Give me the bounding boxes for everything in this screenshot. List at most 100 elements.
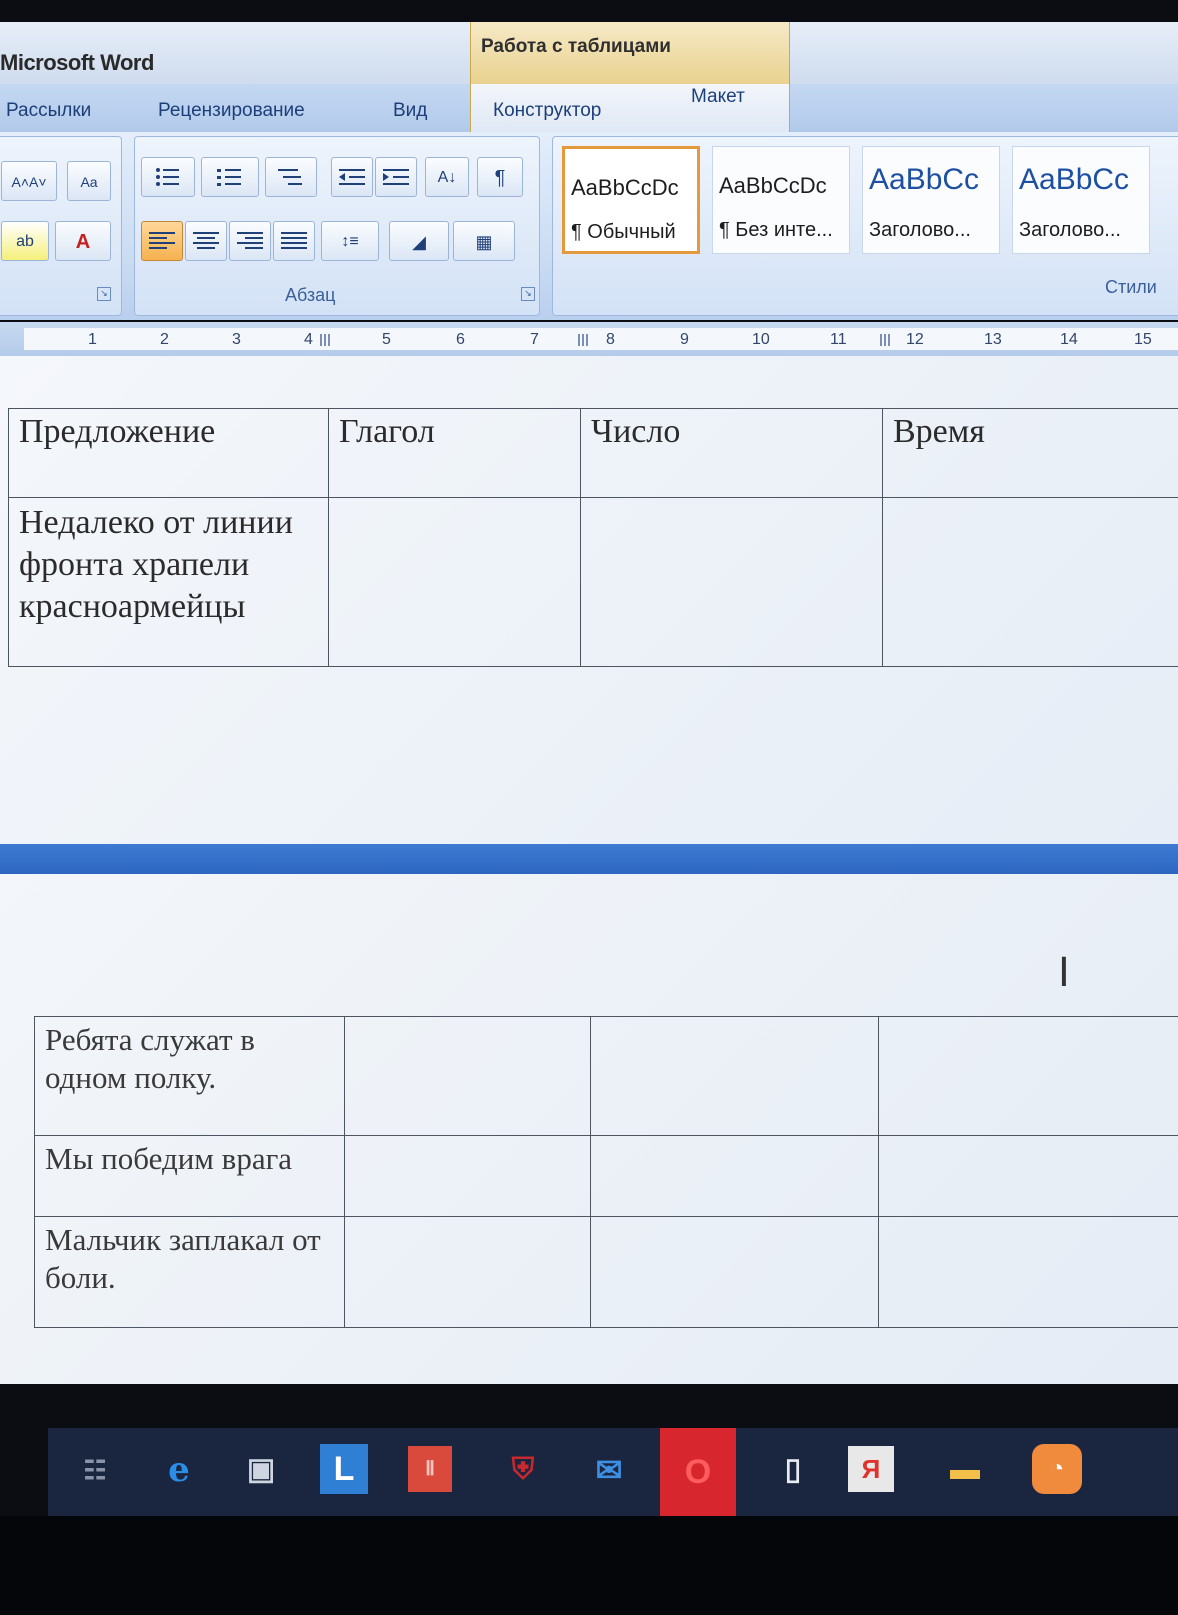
ruler-number: 8: [606, 331, 615, 348]
media-icon[interactable]: ◔: [1032, 1444, 1082, 1494]
ruler-number: 9: [680, 331, 689, 348]
verb-table-1[interactable]: Предложение Глагол Число Время Недалеко …: [8, 408, 1178, 667]
table-cell[interactable]: [580, 497, 883, 667]
table-cell[interactable]: [344, 1016, 591, 1136]
tab-layout[interactable]: Макет: [691, 86, 745, 108]
opera-icon[interactable]: O: [660, 1428, 736, 1516]
ruler-number: 2: [160, 331, 169, 348]
ruler-number: 7: [530, 331, 539, 348]
screen-bezel: [0, 1516, 1178, 1615]
app-title: Microsoft Word: [0, 50, 154, 75]
increase-indent-icon[interactable]: [375, 157, 417, 197]
table-row: Ребята служат в одном полку.: [34, 1016, 1178, 1136]
table-cell[interactable]: [590, 1216, 879, 1328]
table-cell[interactable]: [878, 1135, 1178, 1217]
decrease-indent-icon[interactable]: [331, 157, 373, 197]
shading-icon[interactable]: ◢: [389, 221, 449, 261]
paragraph-dialog-launcher[interactable]: ↘: [521, 287, 535, 301]
ruler-number: 11: [830, 331, 847, 348]
table-cell[interactable]: Мальчик заплакал от боли.: [34, 1216, 345, 1328]
style-sample: AaBbCc: [1019, 163, 1130, 196]
explorer-icon[interactable]: ▬: [938, 1442, 992, 1498]
ruler-number: 6: [456, 331, 465, 348]
font-group: A˄A˅ Aa ab A ↘: [0, 136, 122, 316]
style-no-spacing[interactable]: AaBbCcDc ¶ Без инте...: [712, 146, 850, 254]
header-cell-verb[interactable]: Глагол: [328, 408, 581, 498]
borders-icon[interactable]: ▦: [453, 221, 515, 261]
font-size-buttons[interactable]: A˄A˅: [1, 161, 57, 201]
table-cell[interactable]: [328, 497, 581, 667]
header-cell-tense[interactable]: Время: [882, 408, 1178, 498]
font-color-icon[interactable]: A: [55, 221, 111, 261]
file-icon[interactable]: ▯: [766, 1442, 820, 1498]
ruler-number: 5: [382, 331, 391, 348]
table-cell[interactable]: [878, 1216, 1178, 1328]
mcafee-icon[interactable]: ⛨: [496, 1442, 550, 1498]
horizontal-ruler[interactable]: 1 2 3 4 5 6 7 8 9 10 11 12 13 14 15: [0, 322, 1178, 356]
align-right-icon[interactable]: [229, 221, 271, 261]
table-cell[interactable]: Недалеко от линии фронта храпели красноа…: [8, 497, 329, 667]
show-formatting-icon[interactable]: ¶: [477, 157, 523, 197]
style-heading-1[interactable]: AaBbCc Заголово...: [862, 146, 1000, 254]
tab-view[interactable]: Вид: [393, 100, 427, 122]
ruler-track: 1 2 3 4 5 6 7 8 9 10 11 12 13 14 15: [24, 328, 1178, 350]
yandex-label: Я: [861, 1454, 881, 1484]
multilevel-list-icon[interactable]: [265, 157, 317, 197]
clear-format-icon[interactable]: Aa: [67, 161, 111, 201]
numbering-icon[interactable]: [201, 157, 259, 197]
ruler-number: 15: [1134, 331, 1152, 348]
tab-design[interactable]: Конструктор: [493, 100, 601, 122]
ruler-number: 3: [232, 331, 241, 348]
context-tab-area: Конструктор Макет: [470, 84, 790, 132]
text-cursor-icon: I: [1058, 950, 1070, 996]
header-cell-sentence[interactable]: Предложение: [8, 408, 329, 498]
ruler-number: 12: [906, 331, 924, 348]
tab-mailings[interactable]: Рассылки: [6, 100, 91, 122]
align-center-icon[interactable]: [185, 221, 227, 261]
table-tools-header: Работа с таблицами: [470, 22, 790, 84]
line-spacing-icon[interactable]: ↕≡: [321, 221, 379, 261]
table-cell[interactable]: [882, 497, 1178, 667]
ruler-number: 14: [1060, 331, 1078, 348]
verb-table-2[interactable]: Ребята служат в одном полку. Мы победим …: [34, 1016, 1178, 1328]
bullets-icon[interactable]: [141, 157, 195, 197]
table-cell[interactable]: Мы победим врага: [34, 1135, 345, 1217]
ruler-number: 13: [984, 331, 1002, 348]
table-row: Недалеко от линии фронта храпели красноа…: [8, 497, 1178, 667]
store-icon[interactable]: ▣: [234, 1442, 288, 1498]
edge-icon[interactable]: e: [152, 1442, 206, 1498]
table-cell[interactable]: Ребята служат в одном полку.: [34, 1016, 345, 1136]
table-cell[interactable]: [590, 1135, 879, 1217]
highlight-icon[interactable]: ab: [1, 221, 49, 261]
red-app-icon[interactable]: Ⅱ: [408, 1446, 452, 1492]
style-heading-2[interactable]: AaBbCc Заголово...: [1012, 146, 1150, 254]
font-dialog-launcher[interactable]: ↘: [97, 287, 111, 301]
ruler-number: 4: [304, 331, 313, 348]
table-cell[interactable]: [878, 1016, 1178, 1136]
header-cell-number[interactable]: Число: [580, 408, 883, 498]
style-name: Заголово...: [869, 219, 971, 241]
sort-icon[interactable]: A↓: [425, 157, 469, 197]
table-header-row: Предложение Глагол Число Время: [8, 408, 1178, 498]
l-app-label: L: [333, 1450, 355, 1488]
column-marker[interactable]: [320, 334, 332, 346]
pilcrow-glyph: ¶: [494, 167, 506, 189]
align-left-icon[interactable]: [141, 221, 183, 261]
style-sample: AaBbCc: [869, 163, 980, 196]
mail-icon[interactable]: ✉: [582, 1442, 636, 1498]
task-view-icon[interactable]: ☷: [68, 1442, 122, 1498]
paragraph-group-label: Абзац: [285, 285, 336, 305]
l-app-icon[interactable]: L: [320, 1444, 368, 1494]
justify-icon[interactable]: [273, 221, 315, 261]
table-cell[interactable]: [344, 1216, 591, 1328]
table-row: Мальчик заплакал от боли.: [34, 1216, 1178, 1328]
paragraph-group: A↓ ¶ ↕≡ ◢ ▦ Абзац ↘: [134, 136, 540, 316]
table-cell[interactable]: [590, 1016, 879, 1136]
column-marker[interactable]: [880, 334, 892, 346]
table-cell[interactable]: [344, 1135, 591, 1217]
styles-group-label: Стили: [1105, 277, 1157, 297]
column-marker[interactable]: [578, 334, 590, 346]
tab-review[interactable]: Рецензирование: [158, 100, 305, 122]
style-normal[interactable]: AaBbCcDc ¶ Обычный: [562, 146, 700, 254]
yandex-icon[interactable]: Я: [848, 1446, 894, 1492]
